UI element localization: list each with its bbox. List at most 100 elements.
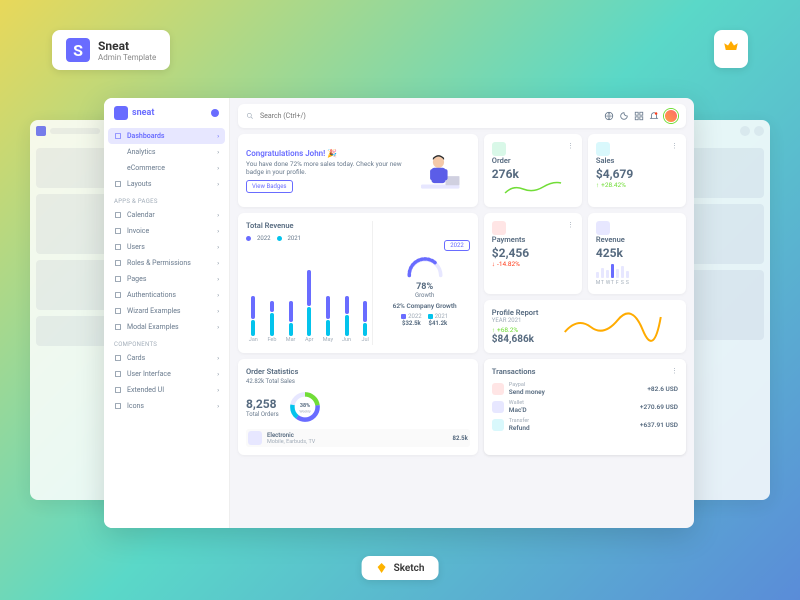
sidebar-item-authentications[interactable]: Authentications› [104,287,229,303]
sidebar-item-modal-examples[interactable]: Modal Examples› [104,319,229,335]
stat-2021-value: $41.2k [429,320,448,327]
profile-year: YEAR 2021 [492,317,539,324]
card-menu-icon[interactable]: ⋮ [567,142,574,150]
sidebar-item-wizard-examples[interactable]: Wizard Examples› [104,303,229,319]
user-avatar[interactable] [664,109,678,123]
sidebar-item-users[interactable]: Users› [104,239,229,255]
sales-value: $4,679 [596,167,678,181]
theme-toggle-icon[interactable] [619,111,629,121]
sidebar-item-user-interface[interactable]: User Interface› [104,366,229,382]
welcome-title: Congratulations John! 🎉 [246,149,414,158]
logo-mark-icon [114,106,128,120]
content-area: Congratulations John! 🎉 You have done 72… [230,98,694,528]
main-dashboard-app: sneat Dashboards›Analytics›eCommerce›Lay… [104,98,694,528]
profile-value: $84,686k [492,334,539,345]
search-icon[interactable] [246,112,254,120]
sidebar-item-pages[interactable]: Pages› [104,271,229,287]
growth-pct: 78% [415,282,434,292]
card-menu-icon[interactable]: ⋮ [671,367,678,378]
search-input[interactable] [260,112,598,120]
chevron-right-icon: › [217,403,219,410]
profile-sparkline [548,312,678,342]
sidebar-item-dashboards[interactable]: Dashboards› [108,128,225,144]
transaction-row: PaypalSend money+82.6 USD [492,382,678,396]
payments-delta: ↓ -14.82% [492,260,574,268]
orderstats-value-label: Total Orders [246,411,279,418]
sidebar-item-invoice[interactable]: Invoice› [104,223,229,239]
nav-icon [114,180,122,188]
order-item-value: 82.5k [453,435,468,442]
chevron-right-icon: › [217,308,219,315]
sidebar-item-roles-permissions[interactable]: Roles & Permissions› [104,255,229,271]
growth-gauge [402,254,448,279]
chevron-right-icon: › [217,133,219,140]
sidebar-logo[interactable]: sneat [104,98,229,128]
company-growth: 62% Company Growth [393,302,457,310]
sidebar-item-extended-ui[interactable]: Extended UI› [104,382,229,398]
nav-icon [114,211,122,219]
wallet-icon [596,142,610,156]
sales-delta: ↑ +28.42% [596,181,678,189]
orderstats-value: 8,258 [246,397,279,411]
profile-delta: ↑ +68.2% [492,326,539,334]
sidebar-item-analytics[interactable]: Analytics› [104,144,229,160]
txn-icon [492,419,504,431]
chevron-right-icon: › [217,355,219,362]
payments-card: ⋮ Payments $2,456 ↓ -14.82% [484,213,582,294]
stat-2022-value: $32.5k [402,320,421,327]
nav-icon [114,132,122,140]
revenue-mini-value: 425k [596,246,678,260]
sidebar-item-ecommerce[interactable]: eCommerce› [104,160,229,176]
nav-icon [114,323,122,331]
nav-section-apps: APPS & PAGES [104,192,229,207]
brand-logo-icon: S [66,38,90,62]
chevron-right-icon: › [217,260,219,267]
transactions-title: Transactions [492,367,536,376]
revenue-mini-title: Revenue [596,235,678,244]
view-badges-button[interactable]: View Badges [246,180,293,193]
sketch-badge: Sketch [362,556,439,580]
man-laptop-illustration [414,148,470,193]
sidebar-item-layouts[interactable]: Layouts› [104,176,229,192]
sidebar-item-cards[interactable]: Cards› [104,350,229,366]
nav-icon [114,275,122,283]
nav-icon [114,227,122,235]
transaction-row: WalletMac'D+270.69 USD [492,400,678,414]
card-menu-icon[interactable]: ⋮ [567,221,574,229]
topbar [238,104,686,128]
premium-crown-badge [714,30,748,68]
growth-label: Growth [415,292,434,299]
revenue-mini-card: Revenue 425k MTWTFSS [588,213,686,294]
chevron-right-icon: › [217,228,219,235]
sales-card: ⋮ Sales $4,679 ↑ +28.42% [588,134,686,207]
total-revenue-card: Total Revenue 2022 2021 JanFebMarAprMayJ… [238,213,478,353]
nav-icon [114,402,122,410]
nav-icon [114,370,122,378]
notification-bell-icon[interactable] [649,111,659,121]
nav-icon [114,243,122,251]
sidebar-item-icons[interactable]: Icons› [104,398,229,414]
sidebar: sneat Dashboards›Analytics›eCommerce›Lay… [104,98,230,528]
card-menu-icon[interactable]: ⋮ [671,142,678,150]
nav-icon [114,354,122,362]
sidebar-item-calendar[interactable]: Calendar› [104,207,229,223]
order-item-title: Electronic [267,432,448,439]
chevron-right-icon: › [217,324,219,331]
sales-title: Sales [596,156,678,165]
txn-icon [492,383,504,395]
donut-label: Weekly [299,409,311,413]
order-item-electronic: ElectronicMobile, Earbuds, TV 82.5k [246,429,470,447]
apps-grid-icon[interactable] [634,111,644,121]
language-icon[interactable] [604,111,614,121]
order-card: ⋮ Order 276k [484,134,582,207]
sidebar-collapse-button[interactable] [211,109,219,117]
welcome-desc: You have done 72% more sales today. Chec… [246,160,414,176]
chevron-right-icon: › [217,244,219,251]
legend-a: 2022 [257,235,271,242]
nav-section-components: COMPONENTS [104,335,229,350]
year-selector[interactable]: 2022 [444,240,470,251]
brand-badge: S Sneat Admin Template [52,30,170,70]
txn-icon [492,401,504,413]
chevron-right-icon: › [217,181,219,188]
chart-up-icon [492,142,506,156]
